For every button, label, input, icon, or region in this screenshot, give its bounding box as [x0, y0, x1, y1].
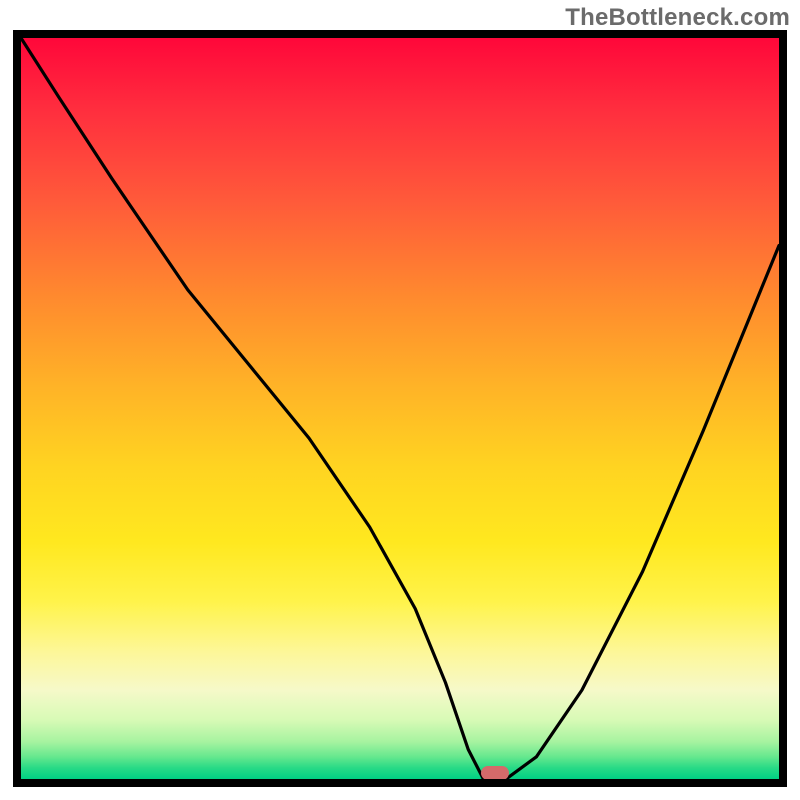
- plot-area: [13, 30, 787, 787]
- watermark-text: TheBottleneck.com: [565, 4, 790, 32]
- bottleneck-curve: [21, 38, 779, 779]
- chart-frame: TheBottleneck.com: [0, 0, 800, 800]
- optimal-marker: [481, 766, 509, 780]
